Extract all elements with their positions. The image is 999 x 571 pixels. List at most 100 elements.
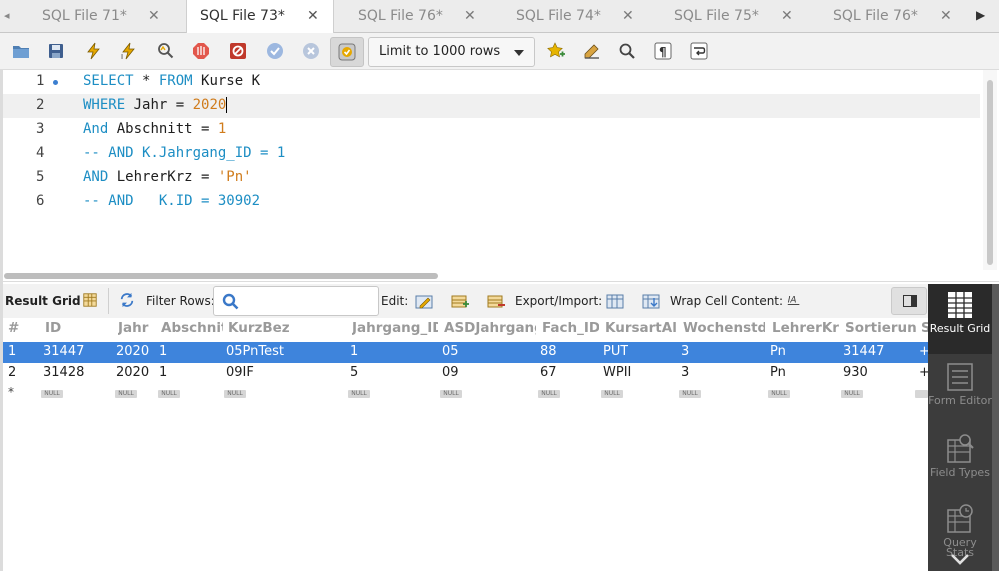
- explain-icon[interactable]: [156, 41, 176, 61]
- tab-sql-file-76[interactable]: SQL File 76* ✕: [346, 0, 494, 33]
- close-icon[interactable]: ✕: [307, 8, 319, 24]
- cell-id[interactable]: 31447: [43, 344, 84, 359]
- result-grid[interactable]: # ID Jahr Abschnitt KurzBez Jahrgang_ID …: [3, 318, 930, 571]
- cell-id[interactable]: 31428: [43, 365, 84, 380]
- error-stop-icon[interactable]: [228, 41, 248, 61]
- side-form-editor-button[interactable]: Form Editor: [928, 356, 992, 426]
- column-header[interactable]: LehrerKrz: [772, 320, 839, 336]
- cell-sortierung[interactable]: 31447: [843, 344, 884, 359]
- wrap-cell-icon[interactable]: IA: [786, 292, 804, 310]
- bookmark-icon[interactable]: [546, 41, 566, 61]
- null-badge[interactable]: NULL: [348, 390, 370, 398]
- stop-icon[interactable]: [191, 41, 211, 61]
- cell-kurzbez[interactable]: 05PnTest: [226, 344, 284, 359]
- wrap-icon[interactable]: [689, 41, 709, 61]
- execute-current-icon[interactable]: I: [119, 41, 139, 61]
- null-badge[interactable]: NULL: [158, 390, 180, 398]
- column-header[interactable]: Wochenstd: [683, 320, 765, 336]
- cell-kursartallg[interactable]: PUT: [603, 344, 628, 359]
- column-header[interactable]: S: [921, 320, 928, 336]
- cell-jahr[interactable]: 2020: [116, 365, 149, 380]
- close-icon[interactable]: ✕: [464, 8, 476, 24]
- cell-asdjahrgang[interactable]: 09: [442, 365, 459, 380]
- toggle-side-panel-button[interactable]: [891, 287, 927, 315]
- edit-row-icon[interactable]: [415, 292, 433, 310]
- tab-sql-file-71[interactable]: SQL File 71* ✕: [30, 0, 178, 33]
- editor-horizontal-scrollbar[interactable]: [0, 270, 999, 282]
- cell-jahr[interactable]: 2020: [116, 344, 149, 359]
- null-badge[interactable]: NULL: [538, 390, 560, 398]
- null-badge[interactable]: NULL: [440, 390, 462, 398]
- cell-kursartallg[interactable]: WPII: [603, 365, 631, 380]
- column-header[interactable]: ASDJahrgang: [444, 320, 536, 336]
- side-result-grid-button[interactable]: Result Grid: [928, 284, 992, 354]
- column-header[interactable]: Sortierung: [845, 320, 916, 336]
- tab-sql-file-75[interactable]: SQL File 75* ✕: [662, 0, 810, 33]
- add-row-icon[interactable]: [451, 292, 469, 310]
- invisible-chars-icon[interactable]: ¶: [653, 41, 673, 61]
- scroll-tabs-left-icon[interactable]: ◂: [4, 9, 10, 22]
- null-badge[interactable]: NULL: [601, 390, 623, 398]
- delete-row-icon[interactable]: [487, 292, 505, 310]
- refresh-icon[interactable]: [119, 292, 137, 310]
- column-header[interactable]: Jahr: [118, 320, 155, 336]
- limit-rows-select[interactable]: Limit to 1000 rows: [368, 37, 535, 67]
- execute-icon[interactable]: [84, 41, 104, 61]
- save-icon[interactable]: [46, 41, 66, 61]
- tab-sql-file-74[interactable]: SQL File 74* ✕: [504, 0, 652, 33]
- cell-jahrgang-id[interactable]: 1: [350, 344, 358, 359]
- filter-rows-field[interactable]: [213, 286, 379, 316]
- column-header[interactable]: #: [8, 320, 38, 336]
- cell-fach-id[interactable]: 88: [540, 344, 557, 359]
- chevron-down-icon[interactable]: [950, 552, 970, 568]
- rollback-icon[interactable]: [301, 41, 321, 61]
- export-icon[interactable]: [606, 292, 624, 310]
- cell-lehrerkrz[interactable]: Pn: [770, 344, 786, 359]
- import-icon[interactable]: [642, 292, 660, 310]
- table-row[interactable]: 2 31428 2020 1 09IF 5 09 67 WPII 3 Pn 93…: [3, 363, 930, 384]
- null-badge[interactable]: NULL: [224, 390, 246, 398]
- filter-rows-input[interactable]: [246, 292, 374, 310]
- cell-asdjahrgang[interactable]: 05: [442, 344, 459, 359]
- column-header[interactable]: Fach_ID: [542, 320, 599, 336]
- cell-lehrerkrz[interactable]: Pn: [770, 365, 786, 380]
- close-icon[interactable]: ✕: [781, 8, 793, 24]
- scrollbar-thumb[interactable]: [4, 273, 438, 279]
- close-icon[interactable]: ✕: [622, 8, 634, 24]
- editor-vertical-scrollbar[interactable]: [983, 70, 997, 270]
- tab-sql-file-76-b[interactable]: SQL File 76* ✕: [820, 0, 970, 33]
- null-badge[interactable]: NULL: [679, 390, 701, 398]
- column-header[interactable]: KurzBez: [228, 320, 346, 336]
- find-icon[interactable]: [617, 41, 637, 61]
- open-folder-icon[interactable]: [11, 41, 31, 61]
- column-header[interactable]: KursartAllg: [605, 320, 678, 336]
- cell-abschnitt[interactable]: 1: [159, 344, 167, 359]
- grid-view-icon[interactable]: [82, 292, 100, 310]
- cell-fach-id[interactable]: 67: [540, 365, 557, 380]
- tab-sql-file-73[interactable]: SQL File 73* ✕: [186, 0, 334, 34]
- side-panel-scrollbar[interactable]: [992, 284, 999, 571]
- sql-editor[interactable]: 1 SELECT * FROM Kurse K 2 WHERE Jahr = 2…: [0, 70, 999, 270]
- commit-icon[interactable]: [265, 41, 285, 61]
- cell-wochenstd[interactable]: 3: [681, 344, 689, 359]
- null-badge[interactable]: NULL: [841, 390, 863, 398]
- cell-jahrgang-id[interactable]: 5: [350, 365, 358, 380]
- side-field-types-button[interactable]: Field Types: [928, 428, 992, 498]
- column-header[interactable]: ID: [45, 320, 113, 336]
- null-badge[interactable]: NULL: [768, 390, 790, 398]
- table-row[interactable]: 1 31447 2020 1 05PnTest 1 05 88 PUT 3 Pn…: [3, 342, 930, 363]
- column-header[interactable]: Abschnitt: [161, 320, 223, 336]
- cell-abschnitt[interactable]: 1: [159, 365, 167, 380]
- cell-kurzbez[interactable]: 09IF: [226, 365, 254, 380]
- close-icon[interactable]: ✕: [148, 8, 160, 24]
- null-badge[interactable]: NULL: [41, 390, 63, 398]
- close-icon[interactable]: ✕: [940, 8, 952, 24]
- beautify-icon[interactable]: [582, 41, 602, 61]
- cell-sortierung[interactable]: 930: [843, 365, 868, 380]
- scrollbar-thumb[interactable]: [987, 80, 993, 265]
- autocommit-icon[interactable]: [330, 37, 364, 67]
- null-badge[interactable]: [915, 390, 928, 398]
- cell-wochenstd[interactable]: 3: [681, 365, 689, 380]
- new-row[interactable]: * NULL NULL NULL NULL NULL NULL NULL NUL…: [3, 384, 928, 405]
- column-header[interactable]: Jahrgang_ID: [352, 320, 438, 336]
